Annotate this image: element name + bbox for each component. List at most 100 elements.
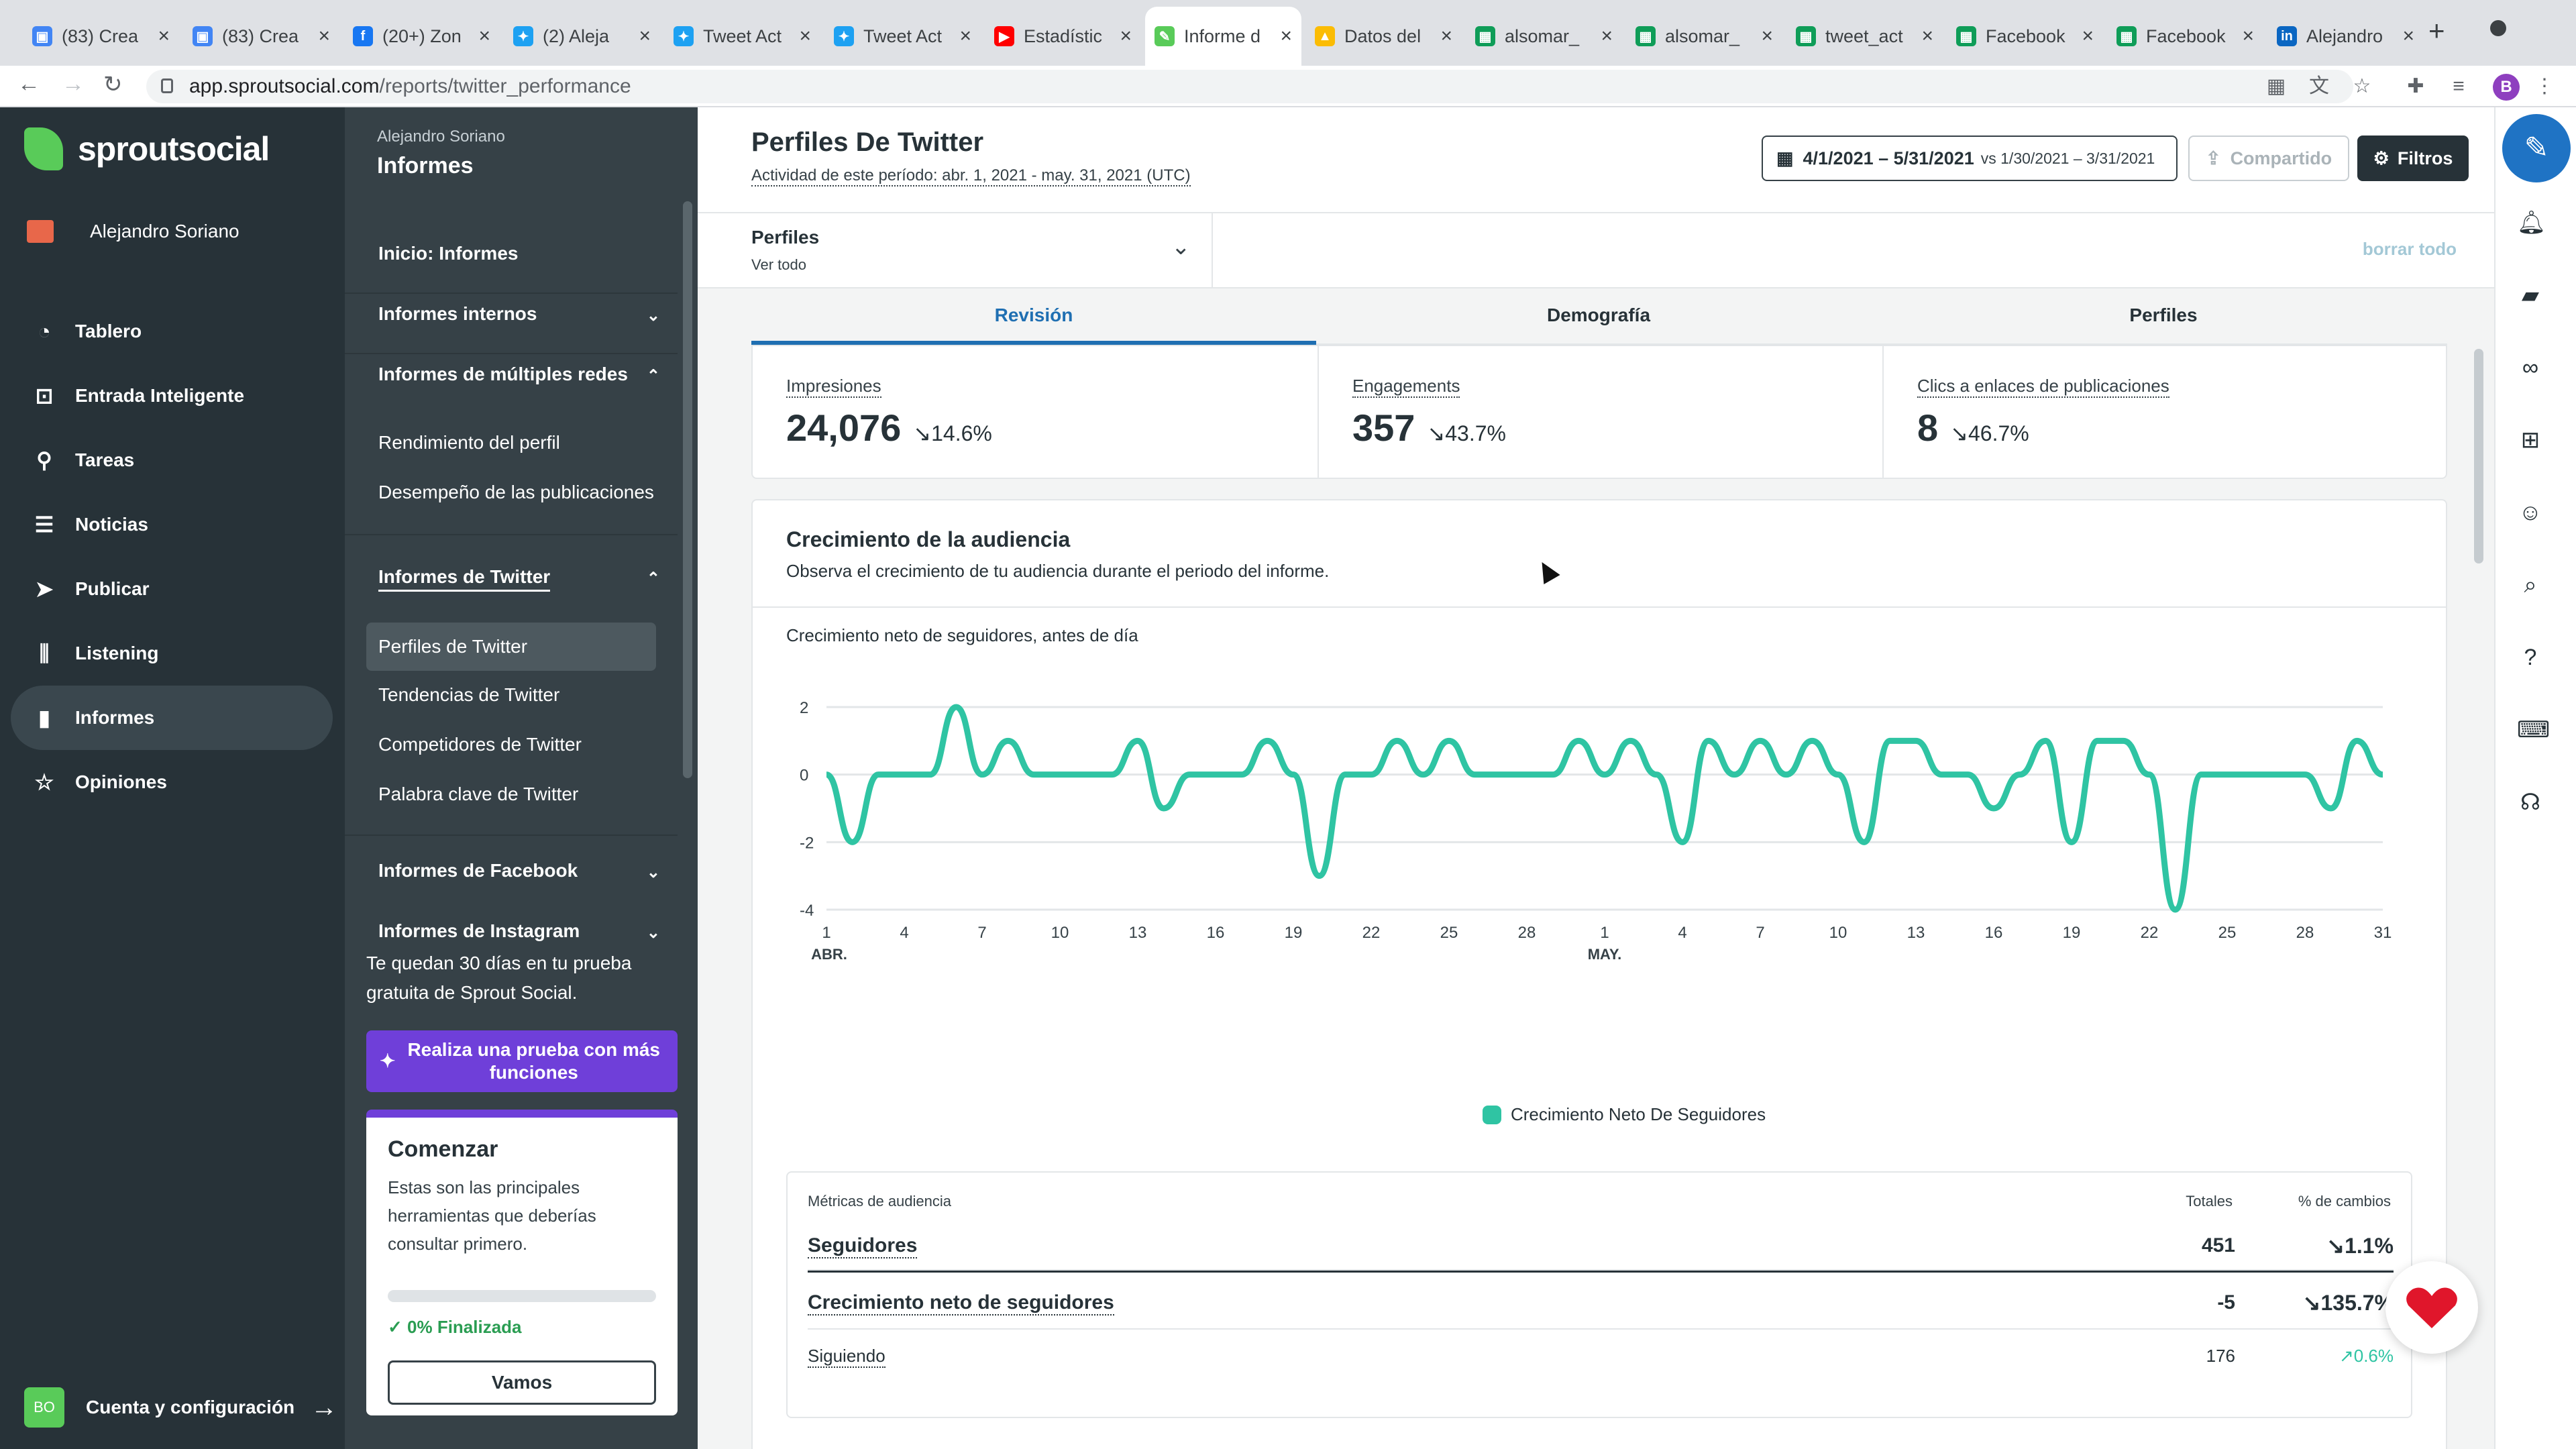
kpi-label[interactable]: Clics a enlaces de publicaciones xyxy=(1917,376,2169,398)
browser-menu-icon[interactable]: ⋮ xyxy=(2533,75,2556,98)
account-settings-link[interactable]: BO Cuenta y configuración → xyxy=(24,1387,337,1428)
reports-nav-scrollbar[interactable] xyxy=(683,201,692,778)
sprout-social-logo[interactable]: sproutsocial xyxy=(24,127,270,170)
close-tab-icon[interactable]: × xyxy=(2242,25,2254,48)
qr-code-icon[interactable]: ▦ xyxy=(2265,75,2288,98)
metric-name[interactable]: Crecimiento neto de seguidores xyxy=(808,1291,1114,1316)
tab-search-button[interactable] xyxy=(2490,20,2506,36)
close-tab-icon[interactable]: × xyxy=(1280,25,1292,48)
workspace-switcher[interactable]: Alejandro Soriano xyxy=(27,220,239,243)
message-icon[interactable]: ▰ xyxy=(2517,282,2544,309)
close-tab-icon[interactable]: × xyxy=(478,25,490,48)
profiles-dropdown[interactable]: Perfiles Ver todo xyxy=(751,227,819,274)
chart-legend[interactable]: Crecimiento Neto De Seguidores xyxy=(1483,1104,1766,1125)
getting-started-button[interactable]: Vamos xyxy=(388,1360,656,1405)
chat-widget-button[interactable] xyxy=(2385,1261,2478,1354)
chevron-down-icon[interactable]: ⌄ xyxy=(1171,233,1191,260)
close-tab-icon[interactable]: × xyxy=(1601,25,1613,48)
kpi-label[interactable]: Engagements xyxy=(1352,376,1460,398)
reload-icon[interactable]: ↻ xyxy=(103,71,123,98)
nav-item-informes[interactable]: ▮ Informes xyxy=(11,686,333,750)
nav-item-opiniones[interactable]: ☆ Opiniones xyxy=(11,750,333,814)
forward-icon[interactable]: → xyxy=(62,71,85,97)
section-internal-reports[interactable]: Informes internos ⌄ xyxy=(378,303,660,325)
browser-tab[interactable]: ▦ tweet_act × xyxy=(1786,7,1943,66)
browser-tab[interactable]: ▦ alsomar_ × xyxy=(1466,7,1622,66)
metric-name[interactable]: Siguiendo xyxy=(808,1346,885,1368)
browser-tab[interactable]: ▦ alsomar_ × xyxy=(1626,7,1782,66)
translate-icon[interactable]: 文 xyxy=(2308,75,2330,98)
tab-overview[interactable]: Revisión xyxy=(751,295,1316,345)
bookmark-star-icon[interactable]: ☆ xyxy=(2351,75,2373,98)
bell-icon[interactable]: 🔔︎ xyxy=(2517,209,2546,236)
close-tab-icon[interactable]: × xyxy=(2402,25,2414,48)
date-range-button[interactable]: ▦ 4/1/2021 – 5/31/2021 vs 1/30/2021 – 3/… xyxy=(1762,136,2178,181)
search-icon[interactable]: ⌕ xyxy=(2517,572,2544,598)
browser-tab[interactable]: in Alejandro × xyxy=(2267,7,2424,66)
nav-item-tareas[interactable]: ⚲ Tareas xyxy=(11,428,333,492)
share-label: Compartido xyxy=(2230,148,2332,168)
browser-tab[interactable]: ✎ Informe d × xyxy=(1145,7,1301,66)
close-tab-icon[interactable]: × xyxy=(1761,25,1773,48)
clear-all-link[interactable]: borrar todo xyxy=(2363,239,2457,260)
browser-tab[interactable]: ✦ Tweet Act × xyxy=(664,7,820,66)
reports-home-link[interactable]: Inicio: Informes xyxy=(378,243,660,264)
reading-list-icon[interactable]: ≡ xyxy=(2447,75,2470,98)
browser-tab[interactable]: ▦ Facebook × xyxy=(1947,7,2103,66)
share-button[interactable]: ⇪ Compartido xyxy=(2188,136,2349,181)
tab-favicon-icon: ✦ xyxy=(513,26,533,46)
link-twitter-keywords[interactable]: Palabra clave de Twitter xyxy=(378,784,578,805)
close-tab-icon[interactable]: × xyxy=(1120,25,1132,48)
link-icon[interactable]: ∞ xyxy=(2517,354,2544,381)
keyboard-icon[interactable]: ⌨ xyxy=(2517,716,2550,743)
browser-tab[interactable]: ▦ Facebook × xyxy=(2107,7,2263,66)
browser-tab[interactable]: f (20+) Zon × xyxy=(343,7,500,66)
tab-profiles[interactable]: Perfiles xyxy=(1881,295,2446,345)
address-bar[interactable]: app.sproutsocial.com/reports/twitter_per… xyxy=(146,70,2353,103)
browser-tab[interactable]: ▣ (83) Crea × xyxy=(23,7,179,66)
close-tab-icon[interactable]: × xyxy=(959,25,971,48)
link-twitter-profiles[interactable]: Perfiles de Twitter xyxy=(366,623,656,671)
tab-demographics[interactable]: Demografía xyxy=(1316,295,1881,345)
section-multi-network-reports[interactable]: Informes de múltiples redes ⌃ xyxy=(378,364,660,385)
close-tab-icon[interactable]: × xyxy=(1921,25,1933,48)
link-profile-performance[interactable]: Rendimiento del perfil xyxy=(378,432,560,453)
divider xyxy=(1212,213,1213,288)
close-tab-icon[interactable]: × xyxy=(639,25,651,48)
browser-profile-avatar[interactable]: B xyxy=(2493,74,2520,101)
close-tab-icon[interactable]: × xyxy=(799,25,811,48)
nav-item-tablero[interactable]: ◔ Tablero xyxy=(11,299,333,364)
upgrade-trial-button[interactable]: ✦ Realiza una prueba con más funciones xyxy=(366,1030,678,1092)
close-tab-icon[interactable]: × xyxy=(2082,25,2094,48)
section-instagram-reports[interactable]: Informes de Instagram ⌄ xyxy=(378,920,660,942)
add-icon[interactable]: ⊞ xyxy=(2517,427,2544,453)
browser-tab[interactable]: ✦ Tweet Act × xyxy=(824,7,981,66)
filters-button[interactable]: ⚙ Filtros xyxy=(2357,136,2469,181)
back-icon[interactable]: ← xyxy=(17,71,40,97)
section-facebook-reports[interactable]: Informes de Facebook ⌄ xyxy=(378,860,660,881)
compose-icon[interactable]: ✎ xyxy=(2502,114,2571,182)
headset-icon[interactable]: ☊ xyxy=(2517,789,2544,816)
browser-tab[interactable]: ▲ Datos del × xyxy=(1305,7,1462,66)
new-tab-button[interactable]: + xyxy=(2428,15,2445,47)
section-twitter-reports[interactable]: Informes de Twitter ⌃ xyxy=(378,566,660,592)
browser-tab[interactable]: ✦ (2) Aleja × xyxy=(504,7,660,66)
metric-name[interactable]: Seguidores xyxy=(808,1234,918,1258)
close-tab-icon[interactable]: × xyxy=(1440,25,1452,48)
link-twitter-trends[interactable]: Tendencias de Twitter xyxy=(378,684,559,706)
browser-tab[interactable]: ▶ Estadístic × xyxy=(985,7,1141,66)
close-tab-icon[interactable]: × xyxy=(318,25,330,48)
kpi-label[interactable]: Impresiones xyxy=(786,376,881,398)
help-icon[interactable]: ? xyxy=(2517,644,2544,671)
main-scrollbar[interactable] xyxy=(2474,349,2483,564)
extensions-icon[interactable]: ✚ xyxy=(2404,75,2427,98)
link-twitter-competitors[interactable]: Competidores de Twitter xyxy=(378,734,582,755)
nav-item-publicar[interactable]: ➤ Publicar xyxy=(11,557,333,621)
browser-tab[interactable]: ▣ (83) Crea × xyxy=(183,7,339,66)
nav-item-noticias[interactable]: ☰ Noticias xyxy=(11,492,333,557)
people-icon[interactable]: ☺ xyxy=(2517,499,2544,526)
nav-item-listening[interactable]: ⫼ Listening xyxy=(11,621,333,686)
close-tab-icon[interactable]: × xyxy=(158,25,170,48)
nav-item-entrada-inteligente[interactable]: ⊡ Entrada Inteligente xyxy=(11,364,333,428)
link-post-performance[interactable]: Desempeño de las publicaciones xyxy=(378,482,654,503)
